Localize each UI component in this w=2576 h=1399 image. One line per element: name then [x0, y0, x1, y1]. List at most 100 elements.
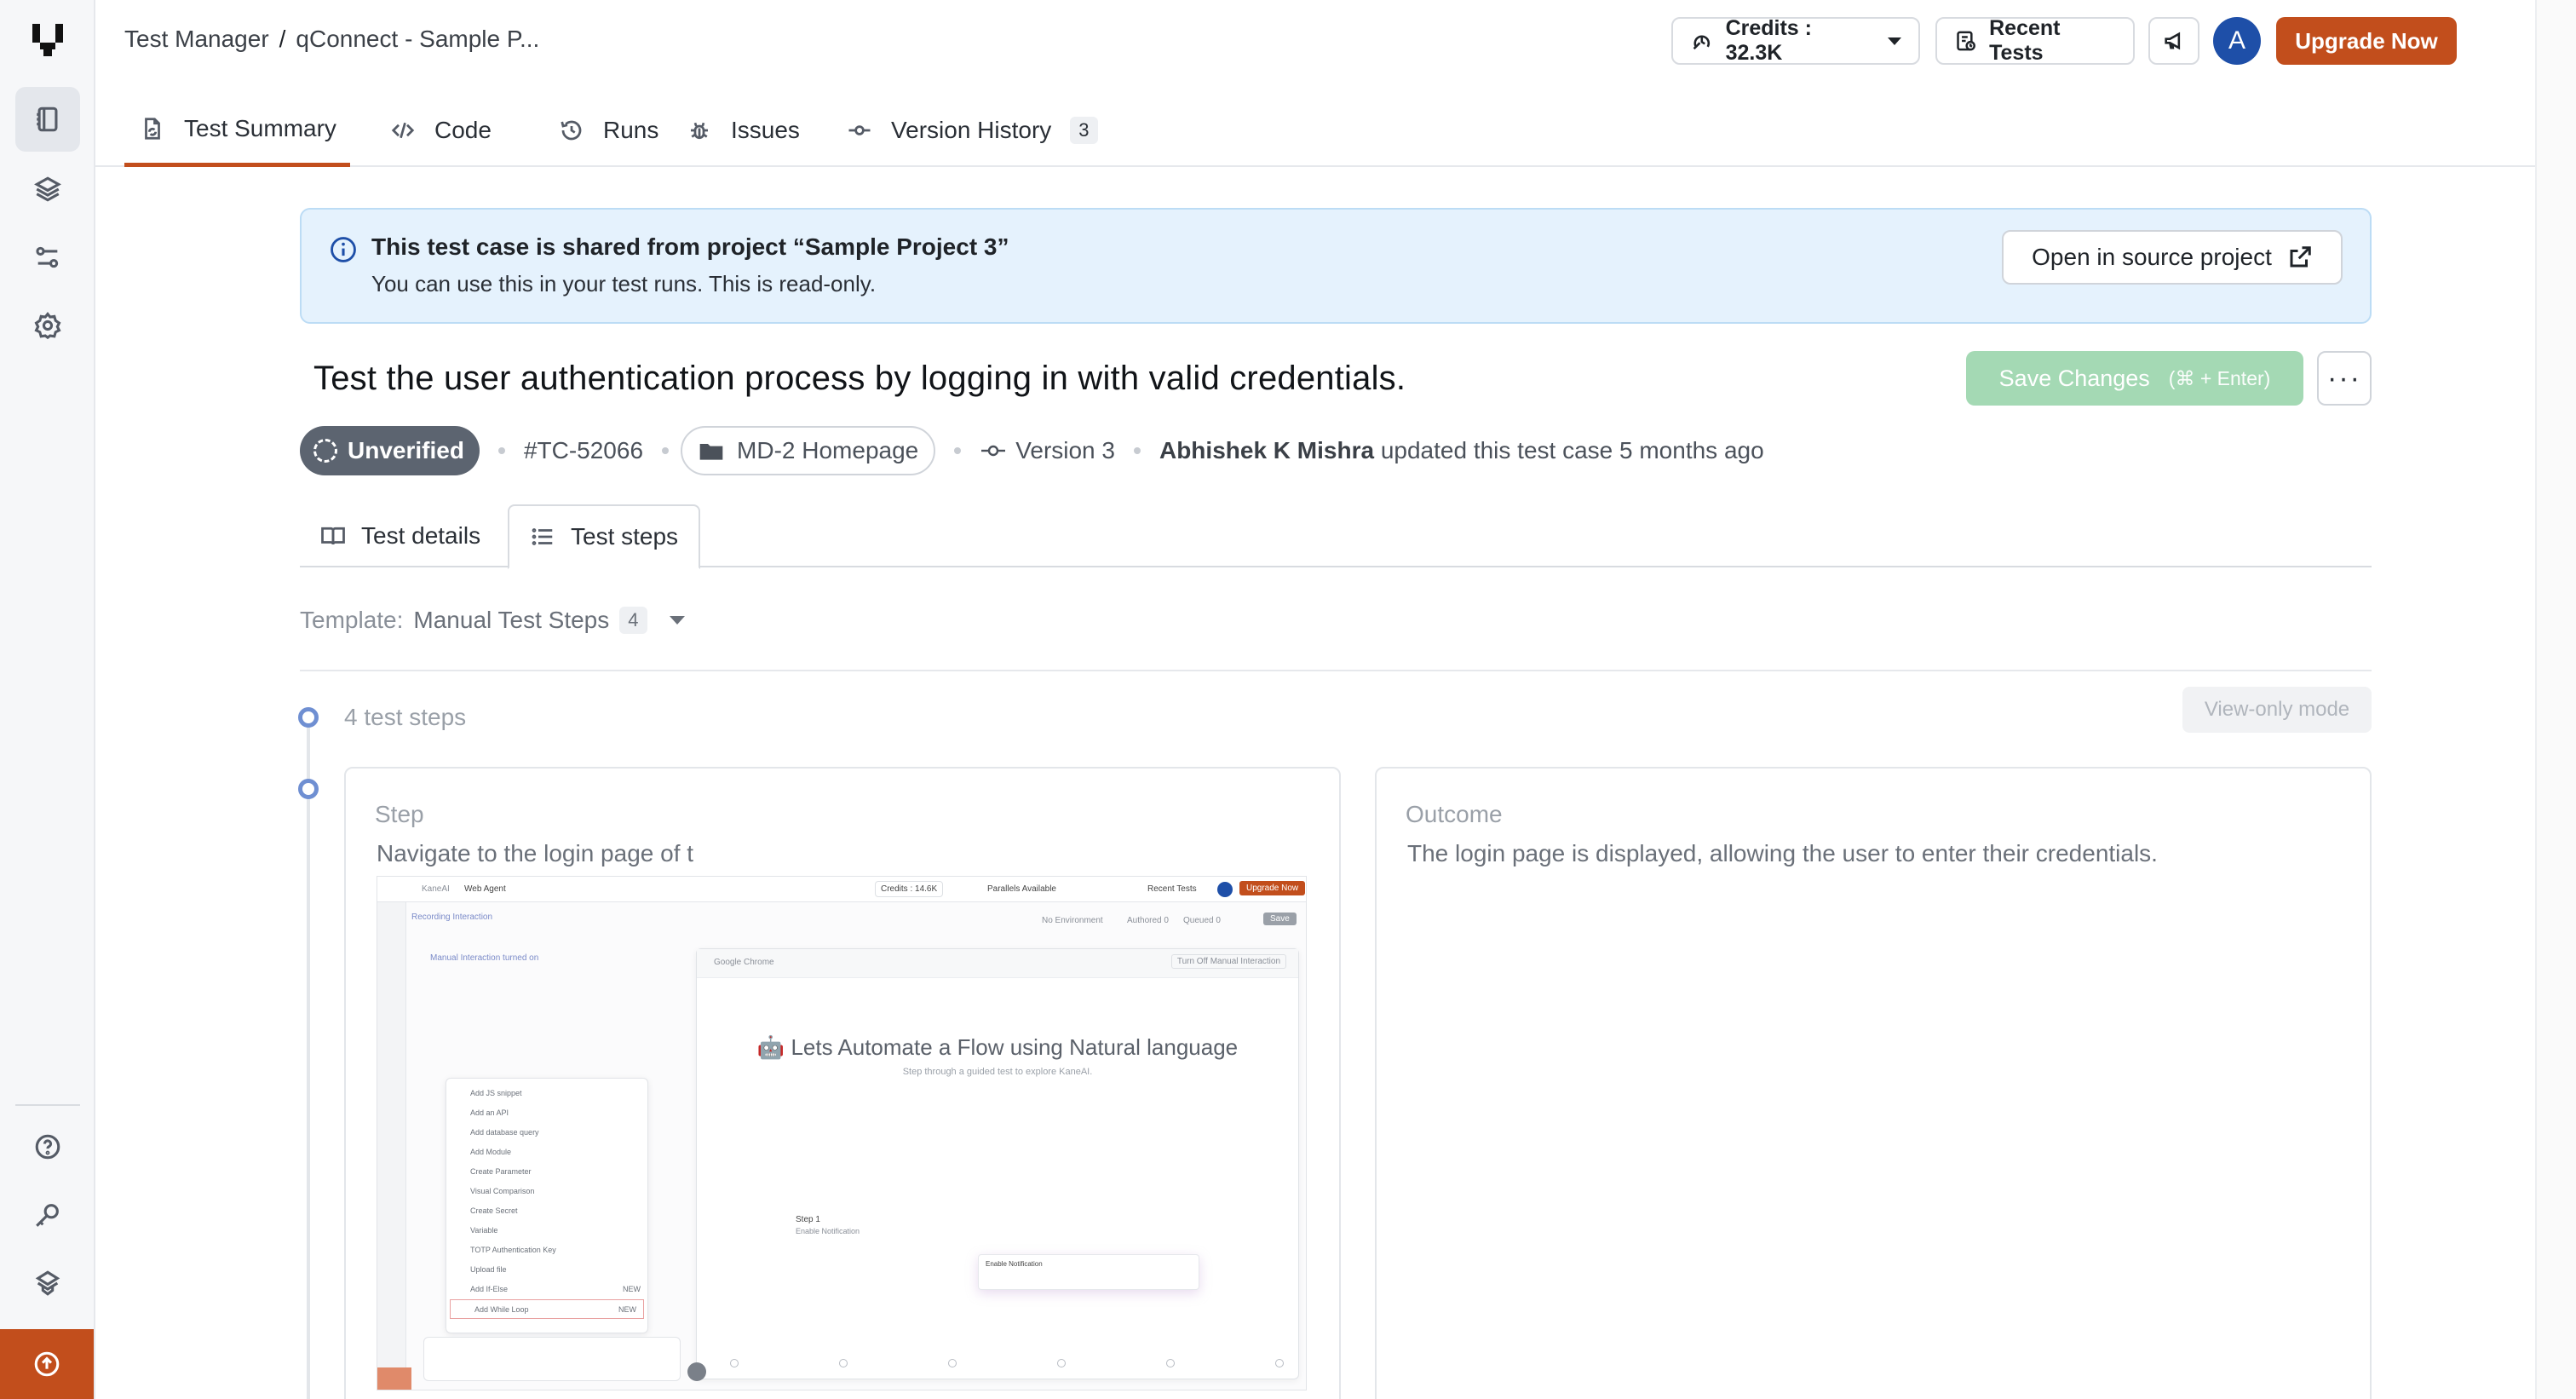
template-name: Manual Test Steps [413, 607, 610, 633]
status-badge[interactable]: Unverified [300, 426, 480, 475]
rail-layers[interactable] [15, 157, 80, 222]
breadcrumb-root[interactable]: Test Manager [124, 26, 269, 53]
shot-menu-item: Visual Comparison [470, 1187, 535, 1195]
external-link-icon [2290, 246, 2311, 268]
shot-browser-name: Google Chrome [714, 958, 774, 967]
template-label: Template: [300, 607, 404, 633]
credits-label: Credits : 32.3K [1725, 16, 1812, 65]
rail-settings[interactable] [15, 293, 80, 358]
shot-queued: Queued 0 [1183, 916, 1221, 925]
last-updated-info: Abhishek K Mishra updated this test case… [1159, 437, 1764, 464]
commit-icon [981, 445, 1006, 457]
embedded-screenshot[interactable]: KaneAI Web Agent Credits : 14.6K Paralle… [377, 876, 1307, 1390]
shot-menu-item: Add JS snippet [470, 1089, 522, 1097]
outcome-panel: Outcome The login page is displayed, all… [1375, 767, 2372, 1399]
shot-step1-title: Step 1 [796, 1215, 820, 1224]
shot-dot-icon [730, 1359, 739, 1367]
step-text: Navigate to the login page of t [377, 840, 694, 866]
detail-tabs: Test details Test steps [300, 504, 2372, 569]
caret-down-icon [669, 616, 685, 625]
avatar[interactable]: A [2213, 17, 2261, 65]
rail-keys[interactable] [15, 1183, 80, 1247]
shot-dot-icon [1166, 1359, 1175, 1367]
shot-recording: Recording Interaction [411, 913, 493, 922]
tab-label: Code [434, 117, 492, 143]
tab-test-details[interactable]: Test details [300, 504, 501, 567]
tab-runs[interactable]: Runs [559, 94, 658, 167]
tab-label: Test steps [571, 523, 679, 550]
rail-integrations[interactable] [15, 1251, 80, 1316]
shot-new-badge: NEW [623, 1285, 641, 1293]
shot-credits: Credits : 14.6K [875, 881, 944, 897]
shot-menu-item: Add Module [470, 1148, 512, 1156]
folder-chip[interactable]: MD-2 Homepage [681, 426, 936, 475]
breadcrumb-current[interactable]: qConnect - Sample P... [296, 26, 539, 53]
shot-menu-item: Add an API [470, 1108, 509, 1117]
shot-menu-item: Create Secret [470, 1206, 518, 1215]
recent-tests-button[interactable]: Recent Tests [1935, 16, 2135, 65]
shot-section: Web Agent [464, 884, 506, 894]
tab-label: Issues [731, 117, 800, 143]
shot-dot-icon [1057, 1359, 1066, 1367]
template-selector[interactable]: Template: Manual Test Steps 4 [300, 607, 685, 634]
arrow-up-circle-icon [34, 1351, 60, 1377]
list-icon [532, 528, 553, 545]
version-count-badge: 3 [1070, 117, 1098, 144]
shot-step1-sub: Enable Notification [796, 1227, 860, 1235]
version-label: Version 3 [1015, 437, 1115, 463]
folder-label: MD-2 Homepage [737, 437, 919, 463]
announcements-button[interactable] [2148, 17, 2199, 65]
info-icon [331, 237, 356, 262]
step-panel: Step Navigate to the login page of t Kan… [344, 767, 1341, 1399]
main-tabs: Test Summary Code Runs Issues Version Hi… [95, 94, 2535, 167]
credits-icon [1693, 35, 1711, 50]
shot-subheadline: Step through a guided test to explore Ka… [902, 1067, 1093, 1077]
key-icon [36, 1204, 59, 1227]
shot-menu-item: Variable [470, 1226, 498, 1235]
meta-separator [954, 447, 962, 454]
shot-upgrade: Upgrade Now [1239, 881, 1306, 895]
notebook-icon [37, 107, 58, 132]
timeline-node [298, 779, 319, 799]
shot-menu-item-label: Add While Loop [474, 1305, 529, 1314]
test-case-meta: Unverified #TC-52066 MD-2 Homepage Versi… [300, 426, 1764, 475]
tab-code[interactable]: Code [390, 94, 492, 167]
rail-pipelines[interactable] [15, 225, 80, 290]
upgrade-now-button[interactable]: Upgrade Now [2276, 17, 2457, 65]
rail-test-manager[interactable] [15, 87, 80, 152]
rail-help[interactable] [15, 1114, 80, 1179]
tab-issues[interactable]: Issues [687, 94, 800, 167]
tab-test-summary[interactable]: Test Summary [124, 94, 350, 167]
divider [300, 670, 2372, 671]
shot-menu-item-label: Add If-Else [470, 1285, 509, 1293]
shot-browser-window: Google Chrome Turn Off Manual Interactio… [696, 948, 1299, 1379]
steps-timeline [307, 716, 310, 1399]
file-sync-icon [145, 117, 160, 140]
folder-icon [699, 444, 723, 460]
shot-turn-off: Turn Off Manual Interaction [1170, 954, 1286, 969]
more-options-button[interactable]: ··· [2317, 351, 2372, 406]
rail-upgrade-button[interactable] [0, 1329, 94, 1399]
shot-bottom-icons [730, 1359, 1284, 1367]
shot-add-menu: Add JS snippet Add an API Add database q… [446, 1078, 648, 1333]
shot-menu-item: Upload file [470, 1265, 507, 1274]
app-logo-icon[interactable] [31, 22, 65, 56]
layers-icon [34, 176, 61, 202]
meta-separator [1133, 447, 1141, 454]
shot-menu-item: TOTP Authentication Key [470, 1246, 556, 1254]
page-scrollbar[interactable] [2535, 0, 2576, 1399]
rail-divider [15, 1104, 80, 1106]
shot-manual-on: Manual Interaction turned on [430, 953, 539, 963]
shot-recent-tests: Recent Tests [1147, 884, 1197, 894]
step-heading: Step [375, 801, 424, 827]
test-case-id: #TC-52066 [523, 437, 644, 463]
open-source-project-button[interactable]: Open in source project [2002, 230, 2343, 285]
credits-dropdown[interactable]: Credits : 32.3K [1671, 16, 1920, 65]
save-changes-button[interactable]: Save Changes (⌘ + Enter) [1966, 351, 2303, 406]
recent-tests-icon [1957, 31, 1975, 51]
tab-test-steps[interactable]: Test steps [508, 504, 701, 569]
tab-version-history[interactable]: Version History 3 [847, 94, 1098, 167]
author-name: Abhishek K Mishra [1159, 437, 1375, 463]
version-indicator[interactable]: Version 3 [980, 437, 1115, 464]
chevron-down-icon [1888, 37, 1901, 45]
